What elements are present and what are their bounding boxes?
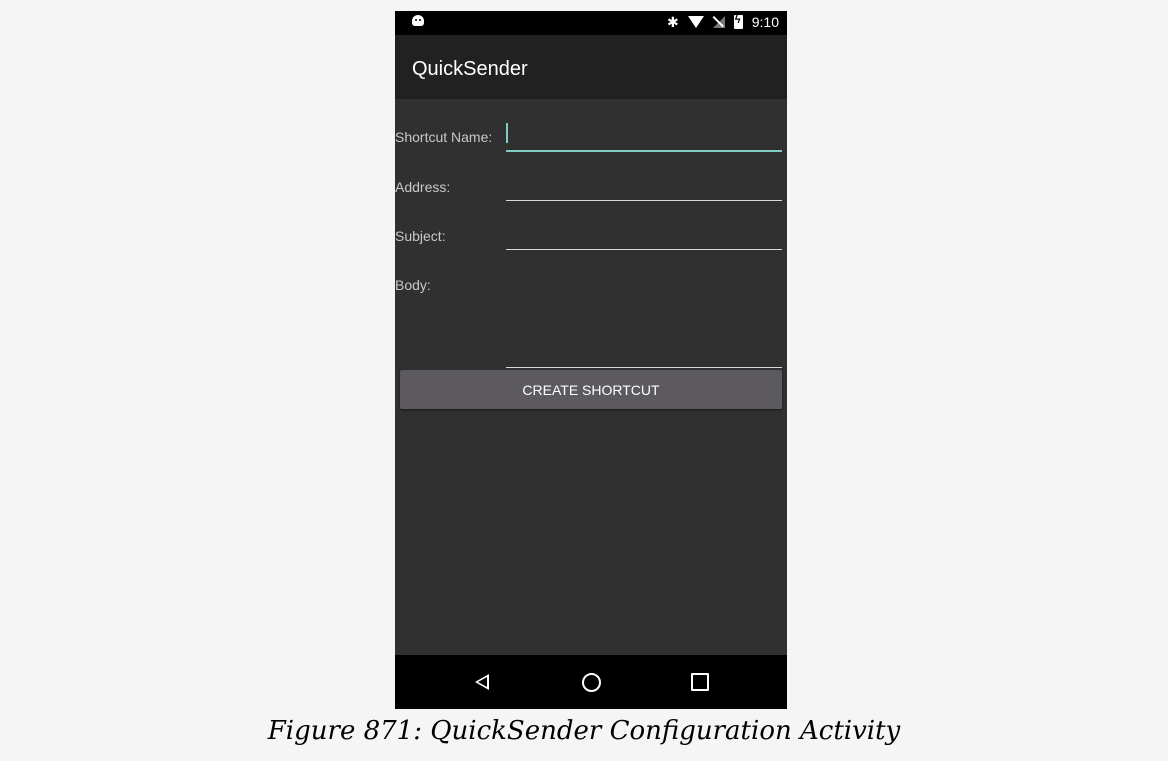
- app-bar: QuickSender: [395, 35, 787, 99]
- back-icon[interactable]: [475, 674, 489, 690]
- bluetooth-icon: ✱: [667, 14, 679, 30]
- status-bar: ✱ 9:10: [395, 11, 787, 35]
- wifi-icon: [687, 16, 704, 28]
- status-icons: ✱ 9:10: [667, 14, 779, 30]
- text-cursor: [506, 123, 508, 143]
- battery-charging-icon: [733, 14, 743, 29]
- navigation-bar: [395, 655, 787, 709]
- address-field[interactable]: [506, 199, 782, 201]
- body-field[interactable]: [506, 366, 782, 368]
- recents-icon[interactable]: [691, 673, 709, 691]
- phone-screen: ✱ 9:10 QuickSender Shortcut Name: Addres…: [395, 11, 787, 709]
- status-time: 9:10: [751, 14, 779, 30]
- home-icon[interactable]: [582, 673, 601, 692]
- subject-field[interactable]: [506, 248, 782, 250]
- body-label: Body:: [395, 277, 431, 293]
- subject-label: Subject:: [395, 228, 446, 244]
- figure-caption: Figure 871: QuickSender Configuration Ac…: [267, 716, 901, 746]
- app-title: QuickSender: [412, 58, 528, 80]
- no-signal-icon: [712, 16, 725, 28]
- create-shortcut-button[interactable]: CREATE SHORTCUT: [400, 370, 782, 409]
- android-icon: [412, 15, 424, 26]
- shortcut-name-field[interactable]: [506, 149, 782, 152]
- address-label: Address:: [395, 179, 451, 195]
- shortcut-name-label: Shortcut Name:: [395, 129, 493, 145]
